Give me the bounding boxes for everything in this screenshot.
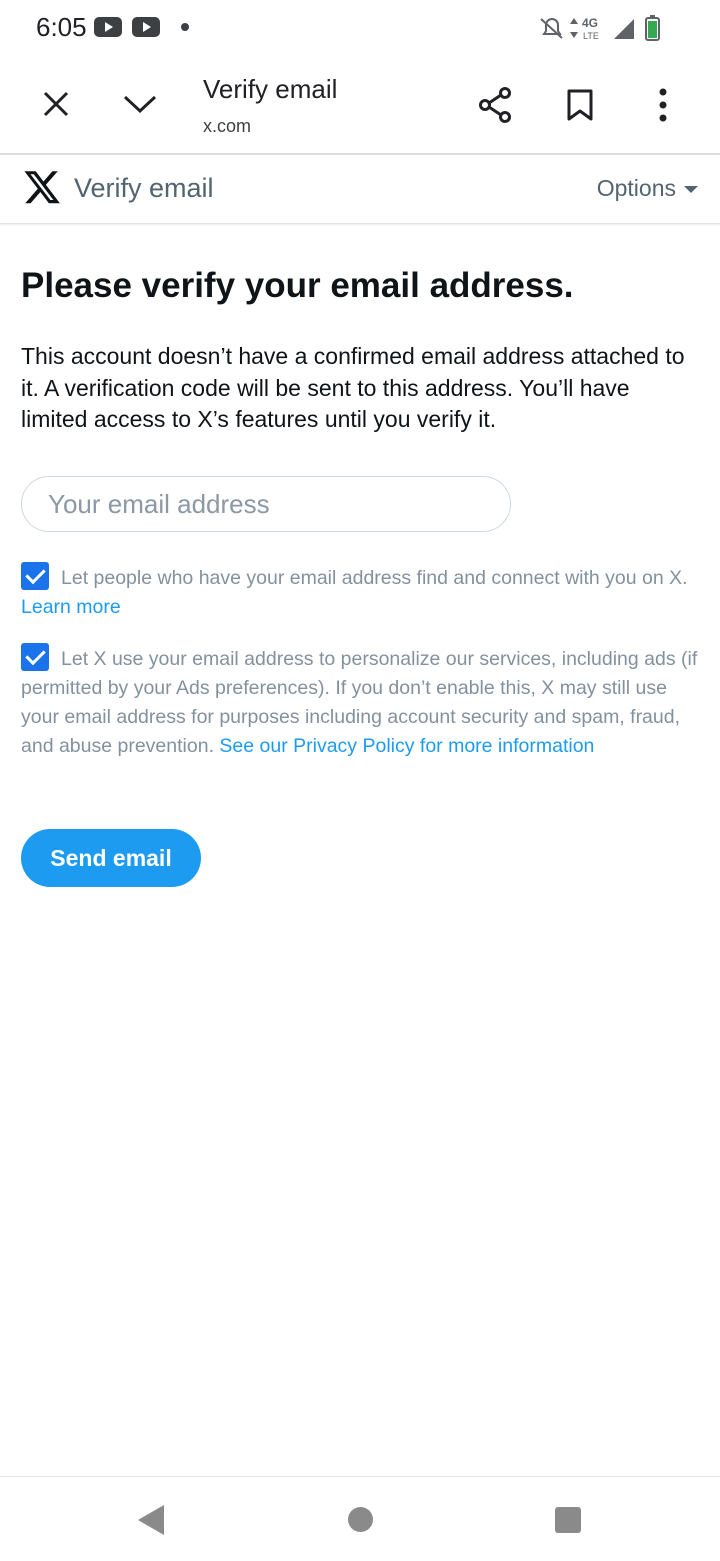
back-icon[interactable] [138, 1505, 164, 1535]
find-connect-text: Let people who have your email address f… [61, 567, 688, 589]
main-heading: Please verify your email address. [21, 266, 574, 305]
battery-icon [645, 15, 660, 41]
recents-icon[interactable] [555, 1507, 581, 1533]
status-icons: 4G LTE [540, 15, 660, 41]
x-logo-icon[interactable] [24, 169, 60, 205]
options-label: Options [596, 175, 676, 201]
bookmark-icon[interactable] [565, 88, 595, 122]
page-title: Verify email [203, 74, 338, 104]
home-icon[interactable] [348, 1507, 373, 1532]
custom-tab-toolbar: Verify email x.com [0, 56, 720, 154]
status-time: 6:05 [36, 12, 87, 42]
status-bar: 6:05 4G LTE [0, 0, 720, 56]
find-connect-checkbox[interactable] [21, 562, 49, 590]
caret-down-icon [684, 186, 698, 194]
page-url: x.com [203, 116, 252, 136]
send-email-button[interactable]: Send email [21, 829, 201, 887]
notification-dot-icon [181, 23, 189, 31]
close-icon[interactable] [40, 88, 72, 120]
find-connect-option: Let people who have your email address f… [21, 562, 701, 622]
system-nav-bar [0, 1476, 720, 1561]
network-label: 4G [582, 16, 598, 30]
privacy-policy-link[interactable]: See our Privacy Policy for more informat… [219, 735, 594, 757]
x-header-title: Verify email [74, 173, 214, 203]
options-menu[interactable]: Options [597, 175, 698, 202]
more-vert-icon[interactable] [655, 88, 671, 122]
personalize-option: Let X use your email address to personal… [21, 643, 701, 761]
youtube-icon [94, 17, 122, 37]
share-icon[interactable] [478, 86, 514, 124]
youtube-icon [132, 17, 160, 37]
email-input[interactable] [21, 476, 511, 532]
learn-more-link[interactable]: Learn more [21, 596, 121, 618]
description: This account doesn’t have a confirmed em… [21, 343, 685, 432]
x-header: Verify email Options [0, 155, 720, 224]
network-sub-label: LTE [583, 31, 599, 41]
signal-icon [614, 19, 634, 39]
mute-bell-icon [540, 18, 563, 39]
data-arrows-icon [570, 18, 578, 38]
personalize-checkbox[interactable] [21, 643, 49, 671]
chevron-down-icon[interactable] [122, 92, 158, 116]
